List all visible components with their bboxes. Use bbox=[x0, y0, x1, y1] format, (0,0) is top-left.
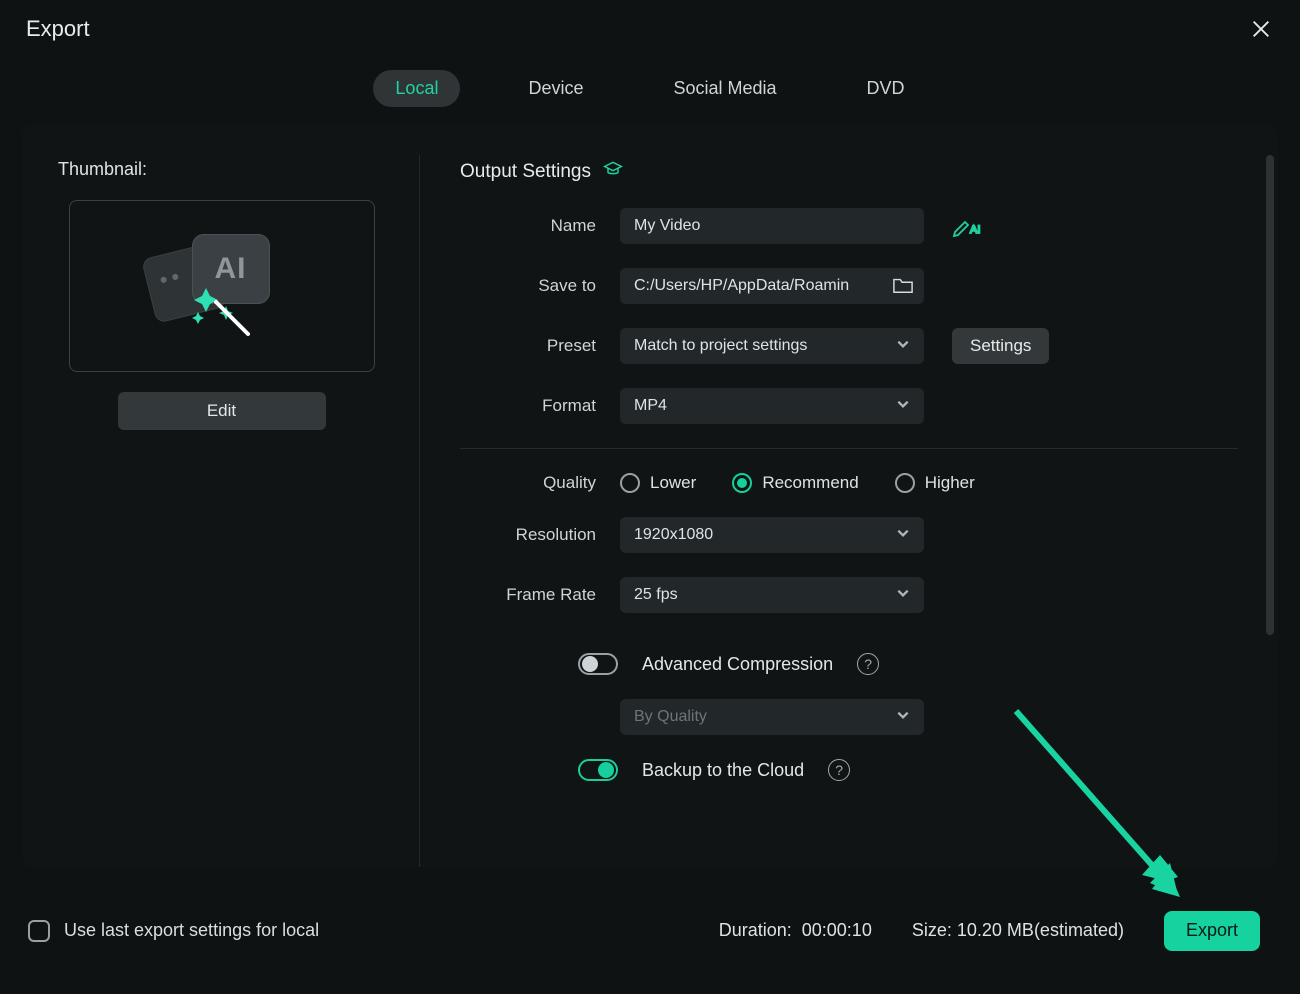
tab-local[interactable]: Local bbox=[373, 70, 460, 107]
quality-recommend-label: Recommend bbox=[762, 473, 858, 493]
browse-folder-button[interactable] bbox=[892, 275, 914, 300]
resolution-label: Resolution bbox=[460, 525, 620, 545]
advanced-compression-toggle[interactable] bbox=[578, 653, 618, 675]
backup-cloud-label: Backup to the Cloud bbox=[642, 760, 804, 781]
preset-select[interactable]: Match to project settings bbox=[620, 328, 924, 364]
thumbnail-placeholder: AI bbox=[162, 240, 282, 332]
close-button[interactable] bbox=[1248, 16, 1274, 42]
tab-device[interactable]: Device bbox=[506, 70, 605, 107]
advanced-compression-help[interactable]: ? bbox=[857, 653, 879, 675]
chevron-down-icon bbox=[896, 337, 910, 356]
export-tabs: Local Device Social Media DVD bbox=[0, 60, 1300, 125]
quality-radio-higher[interactable]: Higher bbox=[895, 473, 975, 493]
quality-higher-label: Higher bbox=[925, 473, 975, 493]
scrollbar-thumb[interactable] bbox=[1266, 155, 1274, 635]
quality-label: Quality bbox=[460, 473, 620, 493]
saveto-input[interactable]: C:/Users/HP/AppData/Roamin bbox=[620, 268, 924, 304]
export-panel: Thumbnail: AI Edit Output Settings bbox=[22, 125, 1278, 867]
export-button[interactable]: Export bbox=[1164, 911, 1260, 951]
chevron-down-icon bbox=[896, 586, 910, 605]
svg-text:AI: AI bbox=[970, 224, 980, 236]
name-input[interactable]: My Video bbox=[620, 208, 924, 244]
use-last-settings-label: Use last export settings for local bbox=[64, 920, 319, 941]
education-icon[interactable] bbox=[603, 159, 623, 184]
preset-label: Preset bbox=[460, 336, 620, 356]
name-label: Name bbox=[460, 216, 620, 236]
format-select-value: MP4 bbox=[634, 397, 667, 415]
compression-mode-value: By Quality bbox=[634, 708, 707, 726]
resolution-select[interactable]: 1920x1080 bbox=[620, 517, 924, 553]
edit-thumbnail-button[interactable]: Edit bbox=[118, 392, 326, 430]
framerate-select[interactable]: 25 fps bbox=[620, 577, 924, 613]
thumbnail-label: Thumbnail: bbox=[58, 159, 385, 180]
backup-cloud-help[interactable]: ? bbox=[828, 759, 850, 781]
tab-dvd[interactable]: DVD bbox=[845, 70, 927, 107]
format-select[interactable]: MP4 bbox=[620, 388, 924, 424]
close-icon bbox=[1250, 18, 1272, 40]
preset-select-value: Match to project settings bbox=[634, 337, 807, 355]
use-last-settings-checkbox[interactable] bbox=[28, 920, 50, 942]
preset-settings-button[interactable]: Settings bbox=[952, 328, 1049, 364]
name-input-value: My Video bbox=[634, 217, 700, 235]
pencil-ai-icon: AI bbox=[952, 215, 982, 237]
compression-mode-select: By Quality bbox=[620, 699, 924, 735]
output-settings-heading: Output Settings bbox=[460, 161, 591, 183]
resolution-select-value: 1920x1080 bbox=[634, 526, 713, 544]
size-readout: Size: 10.20 MB(estimated) bbox=[912, 920, 1124, 941]
ai-rename-button[interactable]: AI bbox=[952, 215, 982, 237]
chevron-down-icon bbox=[896, 397, 910, 416]
framerate-label: Frame Rate bbox=[460, 585, 620, 605]
saveto-label: Save to bbox=[460, 276, 620, 296]
thumbnail-preview[interactable]: AI bbox=[69, 200, 375, 372]
tab-social-media[interactable]: Social Media bbox=[651, 70, 798, 107]
backup-cloud-toggle[interactable] bbox=[578, 759, 618, 781]
advanced-compression-label: Advanced Compression bbox=[642, 654, 833, 675]
sparkle-wand-icon bbox=[192, 282, 272, 342]
duration-readout: Duration: 00:00:10 bbox=[719, 920, 872, 941]
saveto-input-value: C:/Users/HP/AppData/Roamin bbox=[634, 277, 849, 295]
quality-radio-lower[interactable]: Lower bbox=[620, 473, 696, 493]
chevron-down-icon bbox=[896, 526, 910, 545]
folder-icon bbox=[892, 275, 914, 295]
quality-radio-recommend[interactable]: Recommend bbox=[732, 473, 858, 493]
divider bbox=[460, 448, 1238, 449]
chevron-down-icon bbox=[896, 708, 910, 727]
dialog-title: Export bbox=[26, 16, 90, 42]
format-label: Format bbox=[460, 396, 620, 416]
framerate-select-value: 25 fps bbox=[634, 586, 678, 604]
quality-lower-label: Lower bbox=[650, 473, 696, 493]
